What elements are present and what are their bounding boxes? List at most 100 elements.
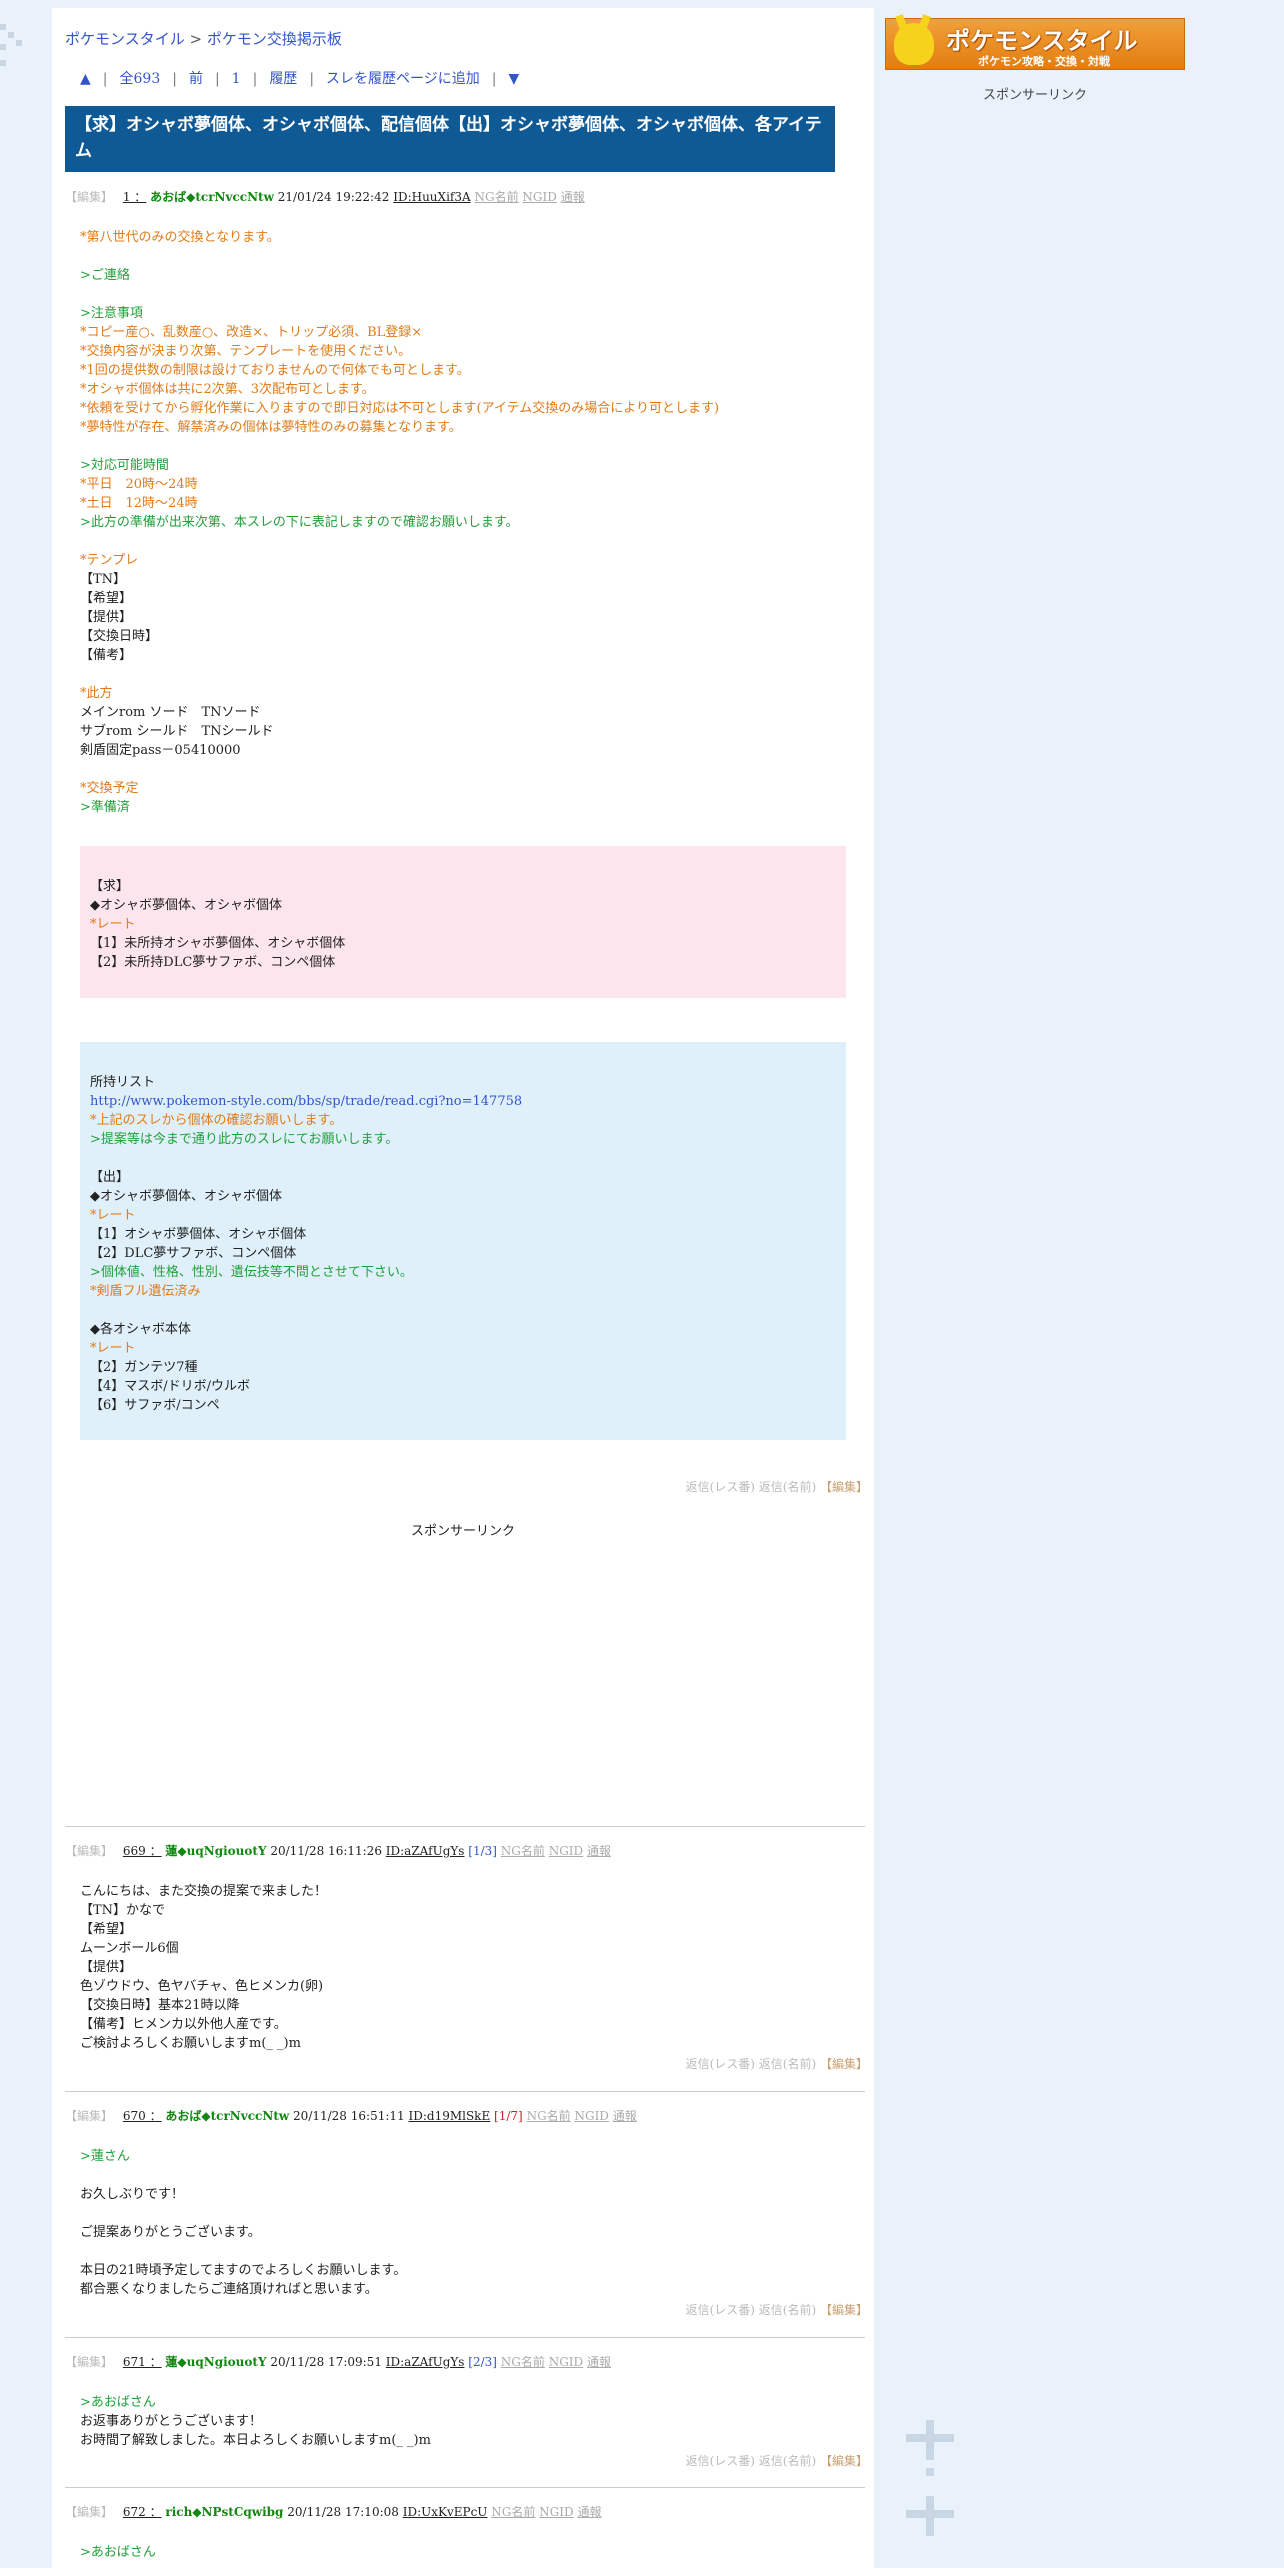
edit-footer-link[interactable]: 【編集】	[820, 2303, 868, 2317]
post-line	[80, 760, 719, 779]
edit-link[interactable]: 【編集】	[65, 2505, 113, 2519]
nav-bottom-link[interactable]: ▼	[508, 71, 519, 87]
ngid-link[interactable]: NGID	[522, 190, 556, 204]
post-number[interactable]: 671 ：	[123, 2355, 162, 2369]
post-line: >あおばさん	[80, 2395, 156, 2410]
nav-prev-link[interactable]: 前	[189, 71, 203, 87]
breadcrumb-home-link[interactable]: ポケモンスタイル	[65, 30, 185, 48]
post-line: *上記のスレから個体の確認お願いします。	[90, 1113, 343, 1128]
post-number[interactable]: 1 ：	[123, 190, 146, 204]
nav-top-link[interactable]: ▲	[80, 71, 91, 87]
post-body: こんにちは、また交換の提案で来ました！ 【TN】かなで 【希望】 ムーンボール6個 【提…	[80, 1882, 327, 2053]
post-footer: 返信(レス番) 返信(名前) 【編集】	[686, 2301, 868, 2318]
post-line: 【2】DLC夢サファボ、コンペ個体	[90, 1246, 297, 1261]
post-line: こんにちは、また交換の提案で来ました！	[80, 1884, 328, 1899]
post-line: *此方	[80, 686, 113, 701]
ng-name-link[interactable]: NG名前	[501, 2355, 545, 2369]
breadcrumb-separator: >	[184, 30, 207, 48]
post-author: あおば◆tcrNvccNtw	[150, 190, 274, 204]
reply-res-link[interactable]: 返信(レス番)	[686, 2454, 755, 2468]
offer-box: 所持リスト http://www.pokemon-style.com/bbs/sp…	[80, 1042, 846, 1440]
post-line: >此方の準備が出来次第、本スレの下に表記しますので確認お願いします。	[80, 515, 519, 530]
post-number[interactable]: 670 ：	[123, 2109, 162, 2123]
edit-footer-link[interactable]: 【編集】	[820, 2057, 868, 2071]
nav-all-link[interactable]: 全693	[120, 71, 161, 87]
post-link[interactable]: http://www.pokemon-style.com/bbs/sp/trad…	[90, 1092, 836, 1111]
reply-res-link[interactable]: 返信(レス番)	[686, 2057, 755, 2071]
sidebar: ポケモンスタイル ポケモン攻略・交換・対戦 スポンサーリンク	[885, 18, 1185, 103]
post-line: お時間了解致しました。本日よろしくお願いしますm(_ _)m	[80, 2433, 431, 2448]
post-line: お久しぶりです！	[80, 2187, 185, 2202]
ng-name-link[interactable]: NG名前	[491, 2505, 535, 2519]
post-author: rich◆NPstCqwibg	[165, 2505, 284, 2519]
banner-subtitle: ポケモン攻略・交換・対戦	[978, 55, 1110, 68]
edit-footer-link[interactable]: 【編集】	[820, 1480, 868, 1494]
main-content: ポケモンスタイル > ポケモン交換掲示板 ▲ | 全693 | 前 | 1 | 履歴 | スレを履歴…	[52, 8, 874, 2568]
post-author: 蓮◆uqNgiouotY	[165, 1844, 267, 1858]
reply-res-link[interactable]: 返信(レス番)	[686, 2303, 755, 2317]
post-id[interactable]: ID:aZAfUgYs	[386, 1844, 465, 1858]
report-link[interactable]: 通報	[587, 1844, 611, 1858]
nav-separator: |	[172, 71, 177, 87]
post-line	[90, 1149, 836, 1168]
post-line: *レート	[90, 1341, 136, 1356]
post-line: 【交換日時】	[80, 629, 159, 644]
edit-link[interactable]: 【編集】	[65, 1844, 113, 1858]
post-header: 【編集】 670 ： あおば◆tcrNvccNtw 20/11/28 16:51…	[65, 2107, 637, 2124]
post-line: 色ゾウドウ、色ヤバチャ、色ヒメンカ(卵)	[80, 1979, 324, 1994]
post-id[interactable]: ID:UxKvEPcU	[403, 2505, 488, 2519]
post-line: ◆オシャボ夢個体、オシャボ個体	[90, 1189, 282, 1204]
post-header: 【編集】 1 ： あおば◆tcrNvccNtw 21/01/24 19:22:4…	[65, 188, 585, 205]
post-id[interactable]: ID:HuuXif3A	[393, 190, 470, 204]
reply-res-link[interactable]: 返信(レス番)	[686, 1480, 755, 1494]
post-line: *レート	[90, 917, 136, 932]
post-line: ご提案ありがとうございます。	[80, 2225, 261, 2240]
post-line: 【交換日時】基本21時以降	[80, 1998, 240, 2013]
reply-name-link[interactable]: 返信(名前)	[759, 2303, 816, 2317]
breadcrumb-board-link[interactable]: ポケモン交換掲示板	[207, 30, 342, 48]
post-line: ムーンボール6個	[80, 1941, 179, 1956]
post-id[interactable]: ID:d19MlSkE	[408, 2109, 490, 2123]
nav-separator: |	[214, 71, 220, 87]
report-link[interactable]: 通報	[561, 190, 585, 204]
report-link[interactable]: 通報	[587, 2355, 611, 2369]
site-banner[interactable]: ポケモンスタイル ポケモン攻略・交換・対戦	[885, 18, 1185, 70]
post-line: *第八世代のみの交換となります。	[80, 230, 280, 245]
banner-title: ポケモンスタイル	[946, 27, 1138, 55]
report-link[interactable]: 通報	[577, 2505, 601, 2519]
post-line: >準備済	[80, 800, 130, 815]
nav-first-link[interactable]: 1	[232, 71, 241, 87]
edit-link[interactable]: 【編集】	[65, 2355, 113, 2369]
post-line: 【6】サファボ/コンペ	[90, 1398, 220, 1413]
nav-separator: |	[491, 71, 497, 87]
post-line: 【希望】	[80, 591, 133, 606]
post-divider	[65, 2487, 865, 2488]
post-line: メインrom ソード TNソード	[80, 705, 261, 720]
post-number[interactable]: 672 ：	[123, 2505, 162, 2519]
nav-history-link[interactable]: 履歴	[269, 71, 297, 87]
ng-name-link[interactable]: NG名前	[527, 2109, 571, 2123]
edit-link[interactable]: 【編集】	[65, 2109, 113, 2123]
sidebar-sponsor-label: スポンサーリンク	[982, 88, 1087, 103]
nav-separator: |	[252, 71, 258, 87]
post-line: 本日の21時頃予定してますのでよろしくお願いします。	[80, 2263, 407, 2278]
ngid-link[interactable]: NGID	[549, 2355, 583, 2369]
pixel-decoration-bottom-right	[906, 2510, 954, 2518]
post-number[interactable]: 669 ：	[123, 1844, 162, 1858]
reply-name-link[interactable]: 返信(名前)	[759, 2057, 816, 2071]
post-line: 【出】	[90, 1170, 130, 1185]
ng-name-link[interactable]: NG名前	[474, 190, 518, 204]
ngid-link[interactable]: NGID	[539, 2505, 573, 2519]
report-link[interactable]: 通報	[613, 2109, 637, 2123]
edit-footer-link[interactable]: 【編集】	[820, 2454, 868, 2468]
post-date: 20/11/28 16:11:26	[270, 1844, 382, 1858]
reply-name-link[interactable]: 返信(名前)	[759, 2454, 816, 2468]
reply-name-link[interactable]: 返信(名前)	[759, 1480, 816, 1494]
nav-add-history-link[interactable]: スレを履歴ページに追加	[326, 71, 480, 87]
ngid-link[interactable]: NGID	[549, 1844, 583, 1858]
ng-name-link[interactable]: NG名前	[501, 1844, 545, 1858]
edit-link[interactable]: 【編集】	[65, 190, 113, 204]
post-count: [2/3]	[468, 2355, 497, 2369]
post-id[interactable]: ID:aZAfUgYs	[386, 2355, 465, 2369]
ngid-link[interactable]: NGID	[574, 2109, 608, 2123]
